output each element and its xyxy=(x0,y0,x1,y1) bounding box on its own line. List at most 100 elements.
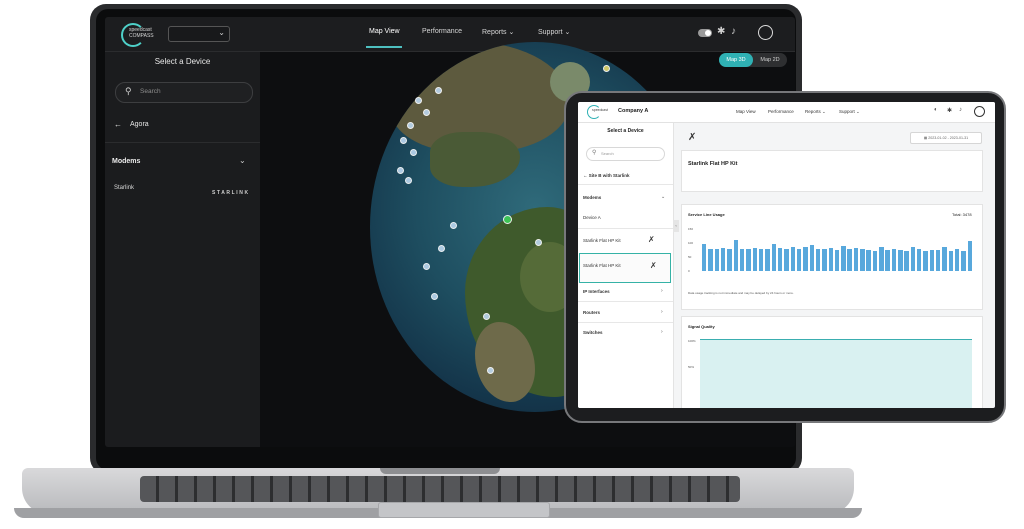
usage-bar[interactable] xyxy=(955,249,960,271)
usage-bar[interactable] xyxy=(803,247,808,271)
company-select[interactable]: ⌄ xyxy=(168,26,230,42)
usage-bar[interactable] xyxy=(936,250,941,271)
site-marker[interactable] xyxy=(431,293,438,300)
usage-bar[interactable] xyxy=(815,248,821,271)
usage-bar[interactable] xyxy=(752,248,758,271)
nav-map-view[interactable]: Map View xyxy=(369,28,400,35)
site-marker[interactable] xyxy=(435,87,442,94)
site-back-link[interactable]: ← Site B with Starlink xyxy=(583,173,630,178)
usage-bar[interactable] xyxy=(872,251,878,271)
usage-bar[interactable] xyxy=(809,245,814,271)
bell-icon[interactable]: ♪ xyxy=(731,26,736,37)
usage-bar[interactable] xyxy=(910,246,916,271)
user-avatar-icon[interactable] xyxy=(974,106,985,117)
usage-bar[interactable] xyxy=(714,249,720,271)
usage-bar[interactable] xyxy=(822,249,827,271)
device-starlink[interactable]: Starlink xyxy=(114,185,134,191)
usage-bar-chart[interactable] xyxy=(702,229,974,271)
site-marker[interactable] xyxy=(438,245,445,252)
usage-bar[interactable] xyxy=(796,249,802,271)
company-name[interactable]: Company A xyxy=(618,108,648,114)
usage-bar[interactable] xyxy=(739,248,745,271)
section-modems[interactable]: Modems xyxy=(112,158,140,165)
nav-support[interactable]: Support ⌄ xyxy=(839,109,860,115)
usage-bar[interactable] xyxy=(879,247,884,271)
theme-toggle-icon[interactable]: ◐ xyxy=(934,107,938,113)
usage-bar[interactable] xyxy=(733,239,739,271)
map-2d-button[interactable]: Map 2D xyxy=(753,53,787,67)
site-marker[interactable] xyxy=(483,313,490,320)
usage-bar[interactable] xyxy=(720,248,726,271)
usage-bar[interactable] xyxy=(702,244,707,271)
nav-performance[interactable]: Performance xyxy=(768,109,794,114)
chevron-down-icon[interactable]: ⌄ xyxy=(239,156,246,165)
usage-bar[interactable] xyxy=(929,249,935,271)
usage-bar[interactable] xyxy=(828,248,833,271)
site-marker[interactable] xyxy=(397,167,404,174)
chevron-right-icon[interactable]: › xyxy=(661,329,663,335)
usage-bar[interactable] xyxy=(967,240,973,271)
usage-bar[interactable] xyxy=(961,250,966,271)
usage-bar[interactable] xyxy=(777,248,783,271)
site-marker[interactable] xyxy=(423,109,430,116)
usage-bar[interactable] xyxy=(708,248,713,271)
site-marker[interactable] xyxy=(487,367,494,374)
usage-bar[interactable] xyxy=(771,243,776,271)
nav-support[interactable]: Support ⌄ xyxy=(538,28,570,36)
user-avatar-icon[interactable] xyxy=(758,25,773,40)
device-a[interactable]: Device A xyxy=(583,215,601,220)
usage-bar[interactable] xyxy=(847,249,852,271)
chevron-down-icon[interactable]: ⌄ xyxy=(661,194,665,200)
site-marker[interactable] xyxy=(423,263,430,270)
section-ip-interfaces[interactable]: IP Interfaces xyxy=(583,289,610,294)
device-starlink-2[interactable]: Starlink Flat HP Kit xyxy=(583,263,621,268)
site-marker[interactable] xyxy=(415,97,422,104)
usage-bar[interactable] xyxy=(765,248,770,271)
nav-performance[interactable]: Performance xyxy=(422,28,462,35)
site-marker[interactable] xyxy=(603,65,610,72)
site-name[interactable]: Agora xyxy=(130,121,149,128)
usage-bar[interactable] xyxy=(942,247,947,271)
site-marker[interactable] xyxy=(405,177,412,184)
usage-bar[interactable] xyxy=(898,249,903,271)
signal-area-chart[interactable] xyxy=(700,339,972,408)
usage-bar[interactable] xyxy=(917,249,922,271)
usage-bar[interactable] xyxy=(746,249,751,271)
site-marker[interactable] xyxy=(535,239,542,246)
theme-toggle[interactable] xyxy=(698,29,712,37)
section-switches[interactable]: Switches xyxy=(583,330,603,335)
search-input[interactable]: ⚲ Search xyxy=(586,147,665,161)
usage-bar[interactable] xyxy=(860,249,865,271)
usage-bar[interactable] xyxy=(948,251,954,271)
device-starlink-1[interactable]: Starlink Flat HP Kit xyxy=(583,238,621,243)
usage-bar[interactable] xyxy=(790,246,795,271)
nav-reports[interactable]: Reports ⌄ xyxy=(482,28,514,36)
chevron-right-icon[interactable]: › xyxy=(661,288,663,294)
usage-bar[interactable] xyxy=(891,249,897,271)
usage-bar[interactable] xyxy=(904,251,909,271)
usage-bar[interactable] xyxy=(853,248,859,271)
nav-map-view[interactable]: Map View xyxy=(736,109,756,114)
chevron-right-icon[interactable]: › xyxy=(661,309,663,315)
usage-bar[interactable] xyxy=(727,249,732,271)
map-view-toggle[interactable]: Map 3D Map 2D xyxy=(719,53,787,67)
usage-bar[interactable] xyxy=(841,245,846,271)
collapse-sidebar-button[interactable]: ‹ xyxy=(673,220,679,232)
site-marker[interactable] xyxy=(410,149,417,156)
map-3d-button[interactable]: Map 3D xyxy=(719,53,753,67)
usage-bar[interactable] xyxy=(834,249,840,271)
usage-bar[interactable] xyxy=(923,250,928,271)
nav-reports[interactable]: Reports ⌄ xyxy=(805,109,826,115)
bug-icon[interactable]: ✱ xyxy=(717,26,725,37)
usage-bar[interactable] xyxy=(784,249,789,271)
date-range-picker[interactable]: ▦ 2023-01-02 - 2023-01-31 xyxy=(910,132,982,144)
site-marker[interactable] xyxy=(450,222,457,229)
active-site-marker[interactable] xyxy=(503,215,512,224)
selected-device-row[interactable] xyxy=(579,253,671,283)
bug-icon[interactable]: ✱ xyxy=(947,107,952,114)
site-marker[interactable] xyxy=(400,137,407,144)
section-routers[interactable]: Routers xyxy=(583,310,600,315)
bell-icon[interactable]: ♪ xyxy=(959,107,962,113)
section-modems[interactable]: Modems xyxy=(583,195,601,200)
usage-bar[interactable] xyxy=(758,249,764,271)
